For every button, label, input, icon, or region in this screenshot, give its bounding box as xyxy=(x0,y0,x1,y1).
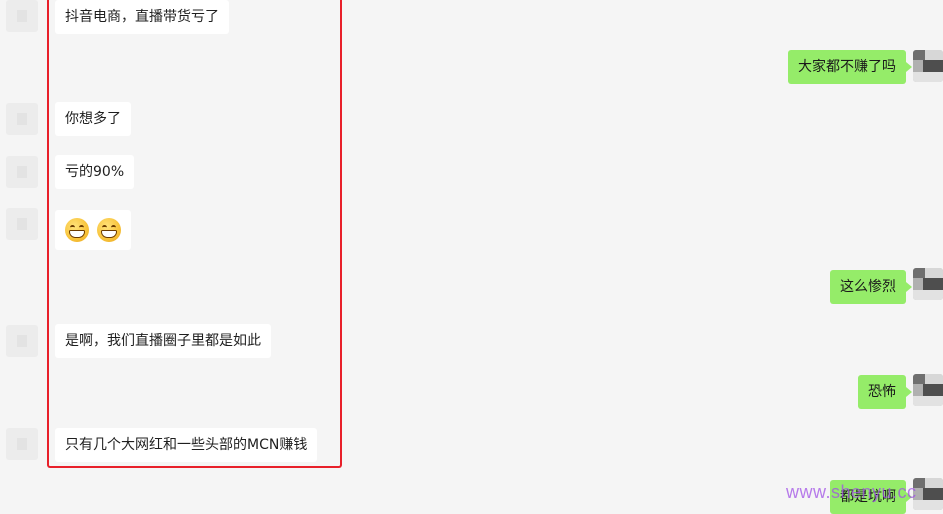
contact-avatar[interactable] xyxy=(6,0,38,32)
message-bubble-received-emoji[interactable] xyxy=(55,210,131,250)
contact-avatar[interactable] xyxy=(6,428,38,460)
self-avatar[interactable] xyxy=(913,50,943,82)
message-bubble-received[interactable]: 是啊，我们直播圈子里都是如此 xyxy=(55,324,271,358)
self-avatar[interactable] xyxy=(913,268,943,300)
message-bubble-sent[interactable]: 大家都不赚了吗 xyxy=(788,50,912,84)
message-bubble-received[interactable]: 你想多了 xyxy=(55,102,131,136)
contact-avatar[interactable] xyxy=(6,208,38,240)
contact-avatar[interactable] xyxy=(6,325,38,357)
contact-avatar[interactable] xyxy=(6,103,38,135)
grin-emoji-icon xyxy=(97,218,121,242)
contact-avatar[interactable] xyxy=(6,156,38,188)
self-avatar[interactable] xyxy=(913,478,943,510)
message-bubble-received[interactable]: 抖音电商，直播带货亏了 xyxy=(55,0,229,34)
watermark-text: www.shenyu.cc xyxy=(786,482,917,502)
self-avatar[interactable] xyxy=(913,374,943,406)
message-bubble-received[interactable]: 亏的90% xyxy=(55,155,135,189)
message-bubble-sent[interactable]: 恐怖 xyxy=(858,375,912,409)
message-bubble-sent[interactable]: 这么惨烈 xyxy=(830,270,912,304)
grin-emoji-icon xyxy=(65,218,89,242)
message-bubble-received[interactable]: 只有几个大网红和一些头部的MCN赚钱 xyxy=(55,428,318,462)
